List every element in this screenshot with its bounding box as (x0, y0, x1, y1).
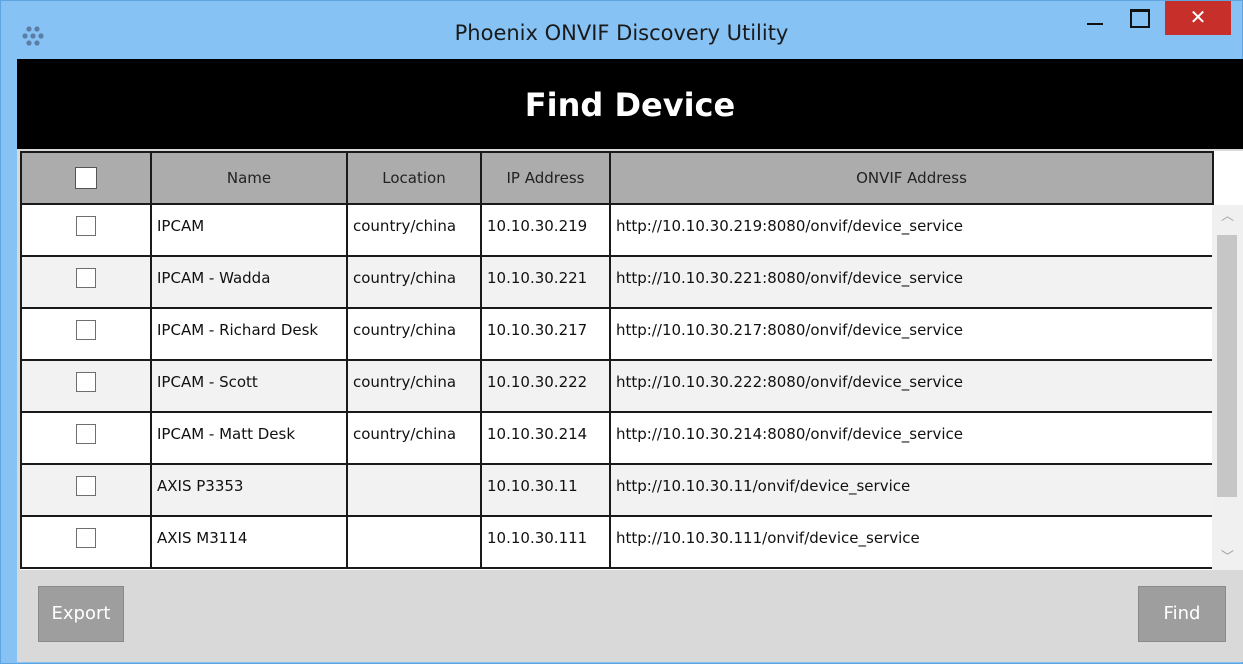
client-area: Find Device Name Location IP Address ONV… (17, 59, 1243, 662)
minimize-button[interactable] (1077, 1, 1113, 35)
export-button[interactable]: Export (38, 586, 124, 642)
scroll-thumb[interactable] (1217, 235, 1237, 497)
cell-name: AXIS M3114 (150, 515, 348, 569)
cell-ip-address: 10.10.30.11 (480, 463, 611, 517)
scroll-up-icon[interactable]: ︿ (1212, 205, 1243, 229)
column-header-onvif-address[interactable]: ONVIF Address (609, 151, 1214, 205)
cell-name: IPCAM - Scott (150, 359, 348, 413)
row-select-cell (20, 515, 152, 569)
cell-ip-address: 10.10.30.222 (480, 359, 611, 413)
table-row[interactable]: AXIS M3114 10.10.30.111 http://10.10.30.… (20, 515, 1214, 569)
device-table: Name Location IP Address ONVIF Address I… (20, 151, 1214, 569)
select-all-header (20, 151, 152, 205)
row-select-cell (20, 203, 152, 257)
column-header-location[interactable]: Location (346, 151, 482, 205)
row-checkbox[interactable] (76, 216, 96, 236)
cell-name: IPCAM - Wadda (150, 255, 348, 309)
page-title: Find Device (524, 86, 736, 124)
table-row[interactable]: IPCAM - Wadda country/china 10.10.30.221… (20, 255, 1214, 309)
row-checkbox[interactable] (76, 320, 96, 340)
window-title: Phoenix ONVIF Discovery Utility (454, 21, 789, 45)
table-row[interactable]: IPCAM - Scott country/china 10.10.30.222… (20, 359, 1214, 413)
cell-ip-address: 10.10.30.111 (480, 515, 611, 569)
cell-ip-address: 10.10.30.221 (480, 255, 611, 309)
table-row[interactable]: IPCAM country/china 10.10.30.219 http://… (20, 203, 1214, 257)
row-select-cell (20, 463, 152, 517)
cell-location: country/china (346, 307, 482, 361)
table-row[interactable]: IPCAM - Matt Desk country/china 10.10.30… (20, 411, 1214, 465)
select-all-checkbox[interactable] (75, 167, 97, 189)
page-header: Find Device (17, 59, 1243, 149)
cell-location (346, 463, 482, 517)
cell-name: IPCAM - Richard Desk (150, 307, 348, 361)
row-select-cell (20, 411, 152, 465)
cell-name: IPCAM (150, 203, 348, 257)
row-checkbox[interactable] (76, 372, 96, 392)
cell-ip-address: 10.10.30.214 (480, 411, 611, 465)
vertical-scrollbar[interactable]: ︿ ﹀ (1212, 205, 1243, 570)
row-select-cell (20, 359, 152, 413)
row-select-cell (20, 255, 152, 309)
table-row[interactable]: AXIS P3353 10.10.30.11 http://10.10.30.1… (20, 463, 1214, 517)
cell-ip-address: 10.10.30.217 (480, 307, 611, 361)
find-button[interactable]: Find (1138, 586, 1226, 642)
column-header-ip-address[interactable]: IP Address (480, 151, 611, 205)
cell-name: AXIS P3353 (150, 463, 348, 517)
cell-onvif-address: http://10.10.30.11/onvif/device_service (609, 463, 1214, 517)
row-checkbox[interactable] (76, 268, 96, 288)
table-row[interactable]: IPCAM - Richard Desk country/china 10.10… (20, 307, 1214, 361)
device-grid: Name Location IP Address ONVIF Address I… (20, 151, 1243, 570)
scroll-down-icon[interactable]: ﹀ (1212, 546, 1243, 570)
app-window: Phoenix ONVIF Discovery Utility ✕ Find D… (0, 0, 1243, 664)
cell-location: country/china (346, 359, 482, 413)
table-header-row: Name Location IP Address ONVIF Address (20, 151, 1214, 205)
cell-onvif-address: http://10.10.30.111/onvif/device_service (609, 515, 1214, 569)
cell-onvif-address: http://10.10.30.219:8080/onvif/device_se… (609, 203, 1214, 257)
row-checkbox[interactable] (76, 476, 96, 496)
cell-onvif-address: http://10.10.30.217:8080/onvif/device_se… (609, 307, 1214, 361)
row-checkbox[interactable] (76, 424, 96, 444)
cell-location (346, 515, 482, 569)
cell-name: IPCAM - Matt Desk (150, 411, 348, 465)
row-checkbox[interactable] (76, 528, 96, 548)
column-header-name[interactable]: Name (150, 151, 348, 205)
cell-ip-address: 10.10.30.219 (480, 203, 611, 257)
cell-onvif-address: http://10.10.30.221:8080/onvif/device_se… (609, 255, 1214, 309)
row-select-cell (20, 307, 152, 361)
title-bar[interactable]: Phoenix ONVIF Discovery Utility ✕ (1, 1, 1242, 59)
cell-location: country/china (346, 255, 482, 309)
cell-location: country/china (346, 411, 482, 465)
cell-location: country/china (346, 203, 482, 257)
close-button[interactable]: ✕ (1165, 1, 1231, 35)
cell-onvif-address: http://10.10.30.222:8080/onvif/device_se… (609, 359, 1214, 413)
cell-onvif-address: http://10.10.30.214:8080/onvif/device_se… (609, 411, 1214, 465)
maximize-button[interactable] (1119, 1, 1159, 35)
